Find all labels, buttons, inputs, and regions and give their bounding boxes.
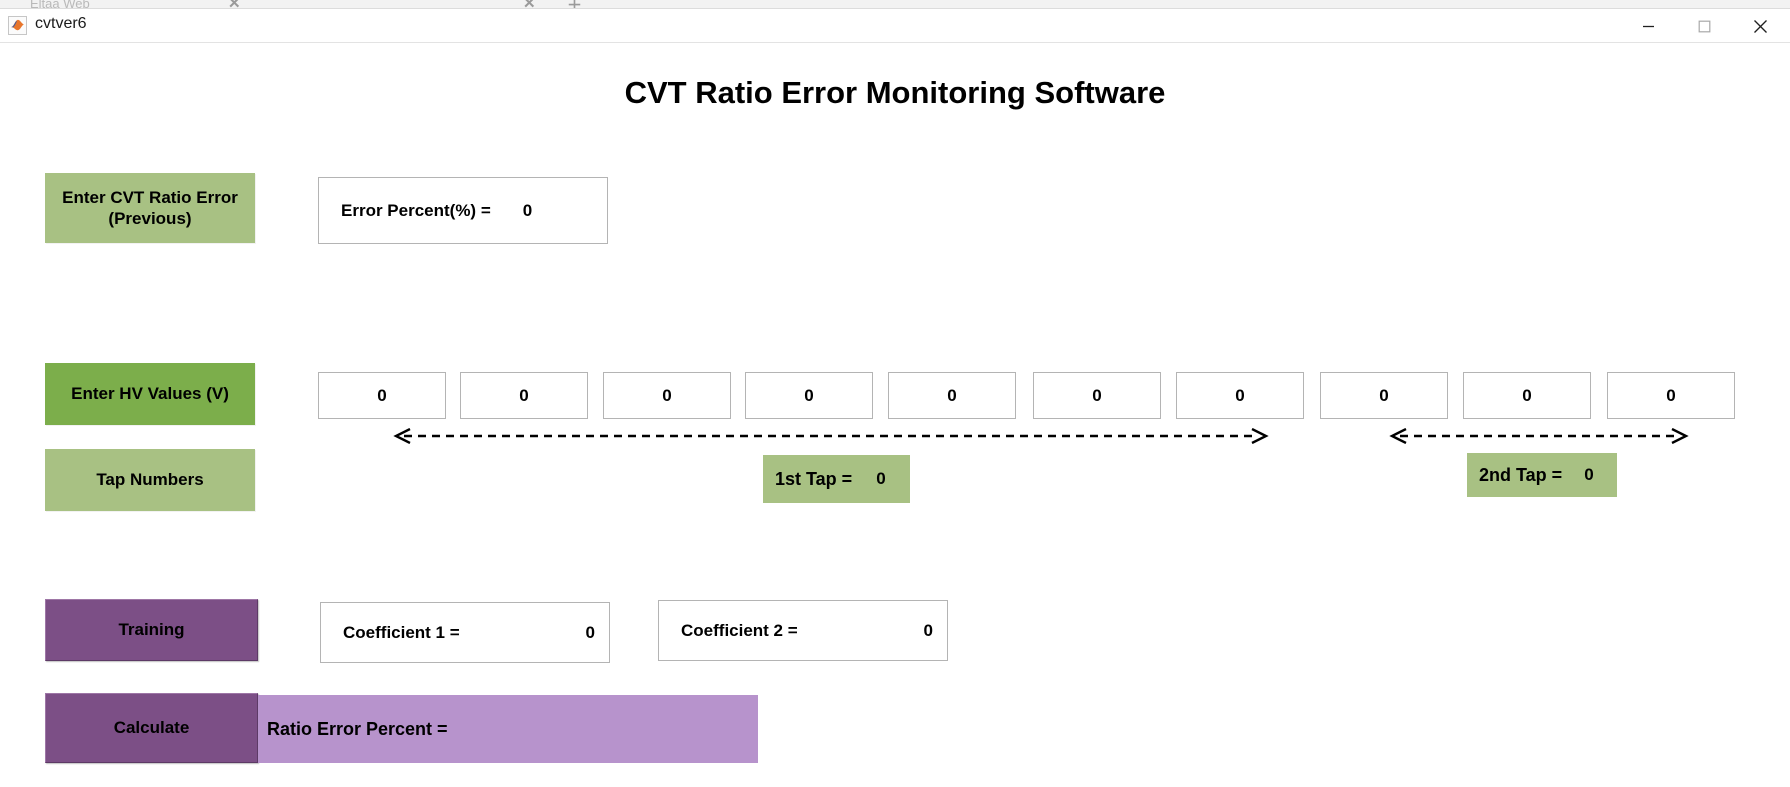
coefficient-1-label: Coefficient 1 = (343, 623, 460, 643)
ratio-error-percent-result: Ratio Error Percent = (258, 695, 758, 763)
first-tap-display: 1st Tap = 0 (763, 455, 910, 503)
matlab-figure-icon (8, 16, 27, 35)
training-button[interactable]: Training (45, 599, 258, 661)
application-canvas: CVT Ratio Error Monitoring Software Ente… (0, 43, 1790, 787)
hv-value-box-7[interactable]: 0 (1176, 372, 1304, 419)
hv-value-7: 0 (1235, 386, 1244, 406)
hv-value-1: 0 (377, 386, 386, 406)
coefficient-2-value: 0 (924, 621, 933, 641)
window-title: cvtver6 (35, 15, 87, 33)
hv-value-box-10[interactable]: 0 (1607, 372, 1735, 419)
background-tab-close-icon: ✕ (228, 0, 241, 9)
maximize-icon[interactable] (1676, 9, 1732, 43)
error-percent-label: Error Percent(%) = (341, 201, 491, 221)
background-tab-label: Eltaa Web (30, 0, 90, 9)
error-percent-value: 0 (523, 201, 532, 221)
minimize-icon[interactable] (1620, 9, 1676, 43)
second-tap-display: 2nd Tap = 0 (1467, 453, 1617, 497)
hv-value-6: 0 (1092, 386, 1101, 406)
background-new-tab-icon: ＋ (567, 0, 582, 9)
first-tap-value: 0 (876, 469, 885, 489)
second-tap-label: 2nd Tap = (1479, 465, 1562, 486)
hv-value-box-5[interactable]: 0 (888, 372, 1016, 419)
background-tab-close-icon-2: ✕ (523, 0, 536, 9)
hv-group2-range-connector (1388, 428, 1690, 444)
window-titlebar: cvtver6 (0, 9, 1790, 43)
hv-value-5: 0 (947, 386, 956, 406)
hv-value-box-2[interactable]: 0 (460, 372, 588, 419)
second-tap-value: 0 (1584, 465, 1593, 485)
coefficient-1-value: 0 (586, 623, 595, 643)
background-window-strip: Eltaa Web ✕ ✕ ＋ (0, 0, 1790, 9)
hv-value-box-1[interactable]: 0 (318, 372, 446, 419)
first-tap-label: 1st Tap = (775, 469, 852, 490)
enter-hv-values-label: Enter HV Values (V) (71, 383, 229, 404)
enter-cvt-ratio-error-label-line2: (Previous) (108, 208, 191, 229)
hv-value-3: 0 (662, 386, 671, 406)
coefficient-2-field[interactable]: Coefficient 2 = 0 (658, 600, 948, 661)
close-icon[interactable] (1732, 9, 1788, 43)
hv-value-9: 0 (1522, 386, 1531, 406)
tap-numbers-button[interactable]: Tap Numbers (45, 449, 255, 511)
hv-value-box-8[interactable]: 0 (1320, 372, 1448, 419)
hv-value-box-4[interactable]: 0 (745, 372, 873, 419)
training-label: Training (118, 620, 184, 640)
enter-cvt-ratio-error-label-line1: Enter CVT Ratio Error (62, 187, 238, 208)
hv-value-10: 0 (1666, 386, 1675, 406)
error-percent-field[interactable]: Error Percent(%) = 0 (318, 177, 608, 244)
ratio-error-percent-label: Ratio Error Percent = (258, 719, 448, 740)
tap-numbers-label: Tap Numbers (96, 469, 203, 490)
hv-group1-range-connector (392, 428, 1270, 444)
hv-value-box-9[interactable]: 0 (1463, 372, 1591, 419)
page-title: CVT Ratio Error Monitoring Software (0, 75, 1790, 111)
hv-value-4: 0 (804, 386, 813, 406)
hv-value-8: 0 (1379, 386, 1388, 406)
calculate-button[interactable]: Calculate (45, 693, 258, 763)
hv-value-box-6[interactable]: 0 (1033, 372, 1161, 419)
enter-hv-values-button[interactable]: Enter HV Values (V) (45, 363, 255, 425)
coefficient-1-field[interactable]: Coefficient 1 = 0 (320, 602, 610, 663)
enter-cvt-ratio-error-button[interactable]: Enter CVT Ratio Error (Previous) (45, 173, 255, 243)
coefficient-2-label: Coefficient 2 = (681, 621, 798, 641)
hv-value-2: 0 (519, 386, 528, 406)
calculate-label: Calculate (114, 718, 190, 738)
hv-value-box-3[interactable]: 0 (603, 372, 731, 419)
